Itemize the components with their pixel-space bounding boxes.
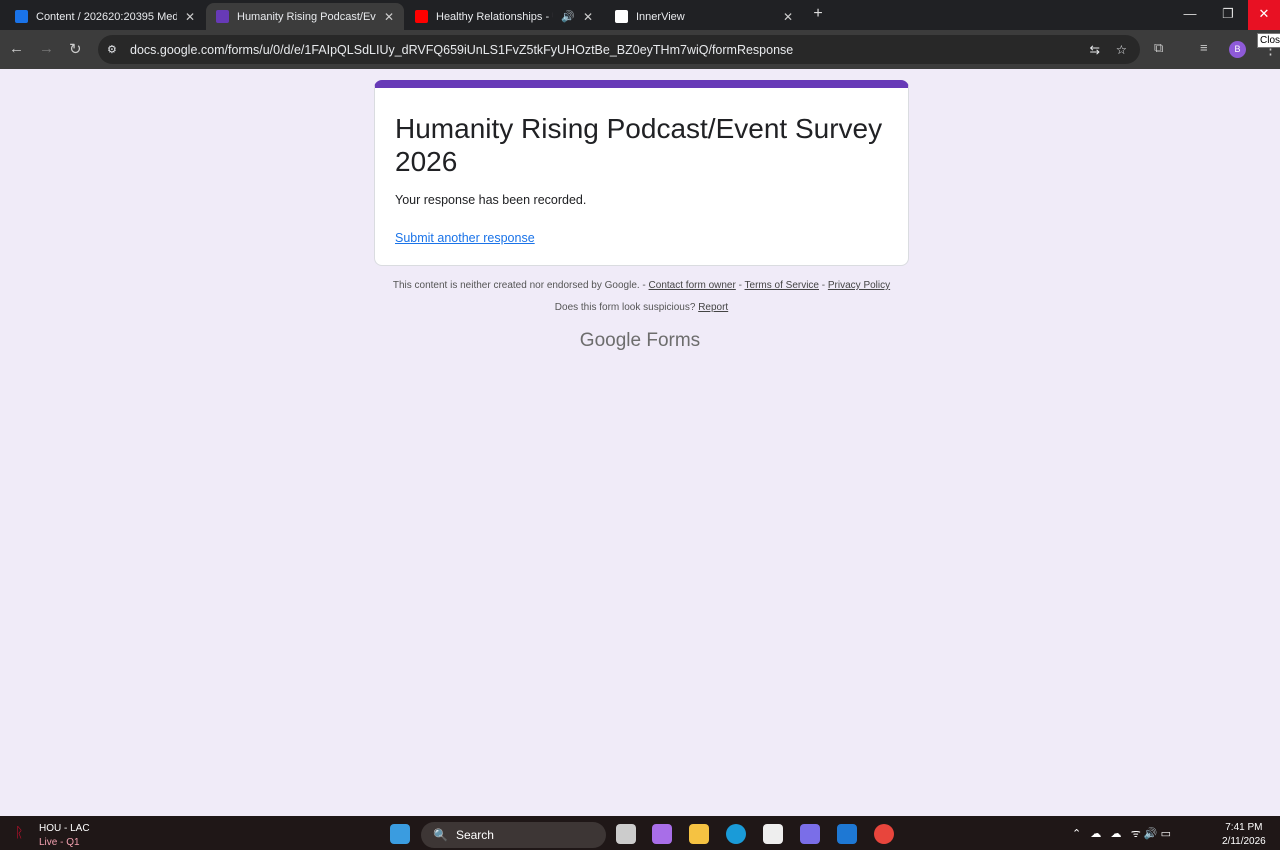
media-control-icon[interactable]: ≡ xyxy=(1200,40,1208,55)
taskbar: ᚱ HOU - LAC Live - Q1 🔍 Search ⌃ ☁ ☁ ᯤ 🔊 ▭… xyxy=(0,816,1280,850)
copilot-icon[interactable] xyxy=(652,824,672,844)
restore-button[interactable]: ❐ xyxy=(1205,0,1251,30)
taskbar-search[interactable]: 🔍 Search xyxy=(421,822,606,848)
score-widget[interactable]: HOU - LAC Live - Q1 xyxy=(39,823,90,848)
audio-icon[interactable]: 🔊 xyxy=(561,10,575,23)
google-forms-logo[interactable]: Google Forms xyxy=(0,330,1280,352)
tray-icons[interactable]: ⌃ ☁ ☁ ᯤ 🔊 ▭ xyxy=(1072,826,1171,841)
form-response-card: Humanity Rising Podcast/Event Survey 202… xyxy=(374,80,909,266)
address-bar[interactable]: ⚙ docs.google.com/forms/u/0/d/e/1FAIpQLS… xyxy=(98,35,1140,64)
lens-icon[interactable]: ⧉ xyxy=(1154,40,1163,56)
report-link[interactable]: Report xyxy=(698,302,728,313)
bookmark-star-icon[interactable]: ☆ xyxy=(1116,42,1127,57)
tab-healthy-relationships[interactable]: Healthy Relationships - Unfi🔊✕ xyxy=(405,3,603,30)
search-icon: 🔍 xyxy=(433,828,448,842)
store-icon[interactable] xyxy=(763,824,783,844)
youtube-icon xyxy=(415,10,428,23)
terms-link[interactable]: Terms of Service xyxy=(745,280,819,291)
tab-innerview[interactable]: InnerView ✕ xyxy=(605,3,803,30)
browser-toolbar: ← → ↻ ⚙ docs.google.com/forms/u/0/d/e/1F… xyxy=(0,30,1280,69)
contact-owner-link[interactable]: Contact form owner xyxy=(649,280,736,291)
innerview-icon xyxy=(615,10,628,23)
response-message: Your response has been recorded. xyxy=(395,193,587,207)
close-tab-icon[interactable]: ✕ xyxy=(384,10,394,24)
submit-another-link[interactable]: Submit another response xyxy=(395,231,888,245)
translate-icon[interactable]: ⇆ xyxy=(1090,42,1100,57)
m365-icon[interactable] xyxy=(800,824,820,844)
outlook-icon[interactable] xyxy=(837,824,857,844)
close-window-button[interactable]: ✕ xyxy=(1248,0,1280,30)
footer-disclaimer: This content is neither created nor endo… xyxy=(392,280,891,291)
footer-suspicious: Does this form look suspicious? Report xyxy=(554,302,729,313)
new-tab-button[interactable]: + xyxy=(795,0,841,30)
edge-icon[interactable] xyxy=(726,824,746,844)
profile-avatar[interactable]: B xyxy=(1229,41,1246,58)
tab-bar: Content / 202620:20395 Medica ✕ Humanity … xyxy=(0,0,1280,30)
form-title: Humanity Rising Podcast/Event Survey 202… xyxy=(395,113,883,177)
tab-content[interactable]: Content / 202620:20395 Medica ✕ xyxy=(5,3,205,30)
site-info-icon[interactable]: ⚙ xyxy=(107,43,117,56)
forms-icon xyxy=(216,10,229,23)
forward-icon[interactable]: → xyxy=(39,40,54,57)
close-tab-icon[interactable]: ✕ xyxy=(583,10,593,24)
task-view-icon[interactable] xyxy=(616,824,636,844)
close-tooltip: Close xyxy=(1257,33,1280,48)
close-tab-icon[interactable]: ✕ xyxy=(185,10,195,24)
reload-icon[interactable]: ↻ xyxy=(69,40,82,58)
privacy-link[interactable]: Privacy Policy xyxy=(828,280,890,291)
chrome-icon[interactable] xyxy=(874,824,894,844)
windows-start-icon[interactable] xyxy=(390,824,410,844)
file-explorer-icon[interactable] xyxy=(689,824,709,844)
close-tab-icon[interactable]: ✕ xyxy=(783,10,793,24)
back-icon[interactable]: ← xyxy=(9,40,24,57)
tab-humanity-rising[interactable]: Humanity Rising Podcast/Event ✕ xyxy=(206,3,404,30)
rockets-icon: ᚱ xyxy=(15,824,24,840)
tab-favicon-icon xyxy=(15,10,28,23)
clock[interactable]: 7:41 PM 2/11/2026 xyxy=(1222,822,1266,847)
